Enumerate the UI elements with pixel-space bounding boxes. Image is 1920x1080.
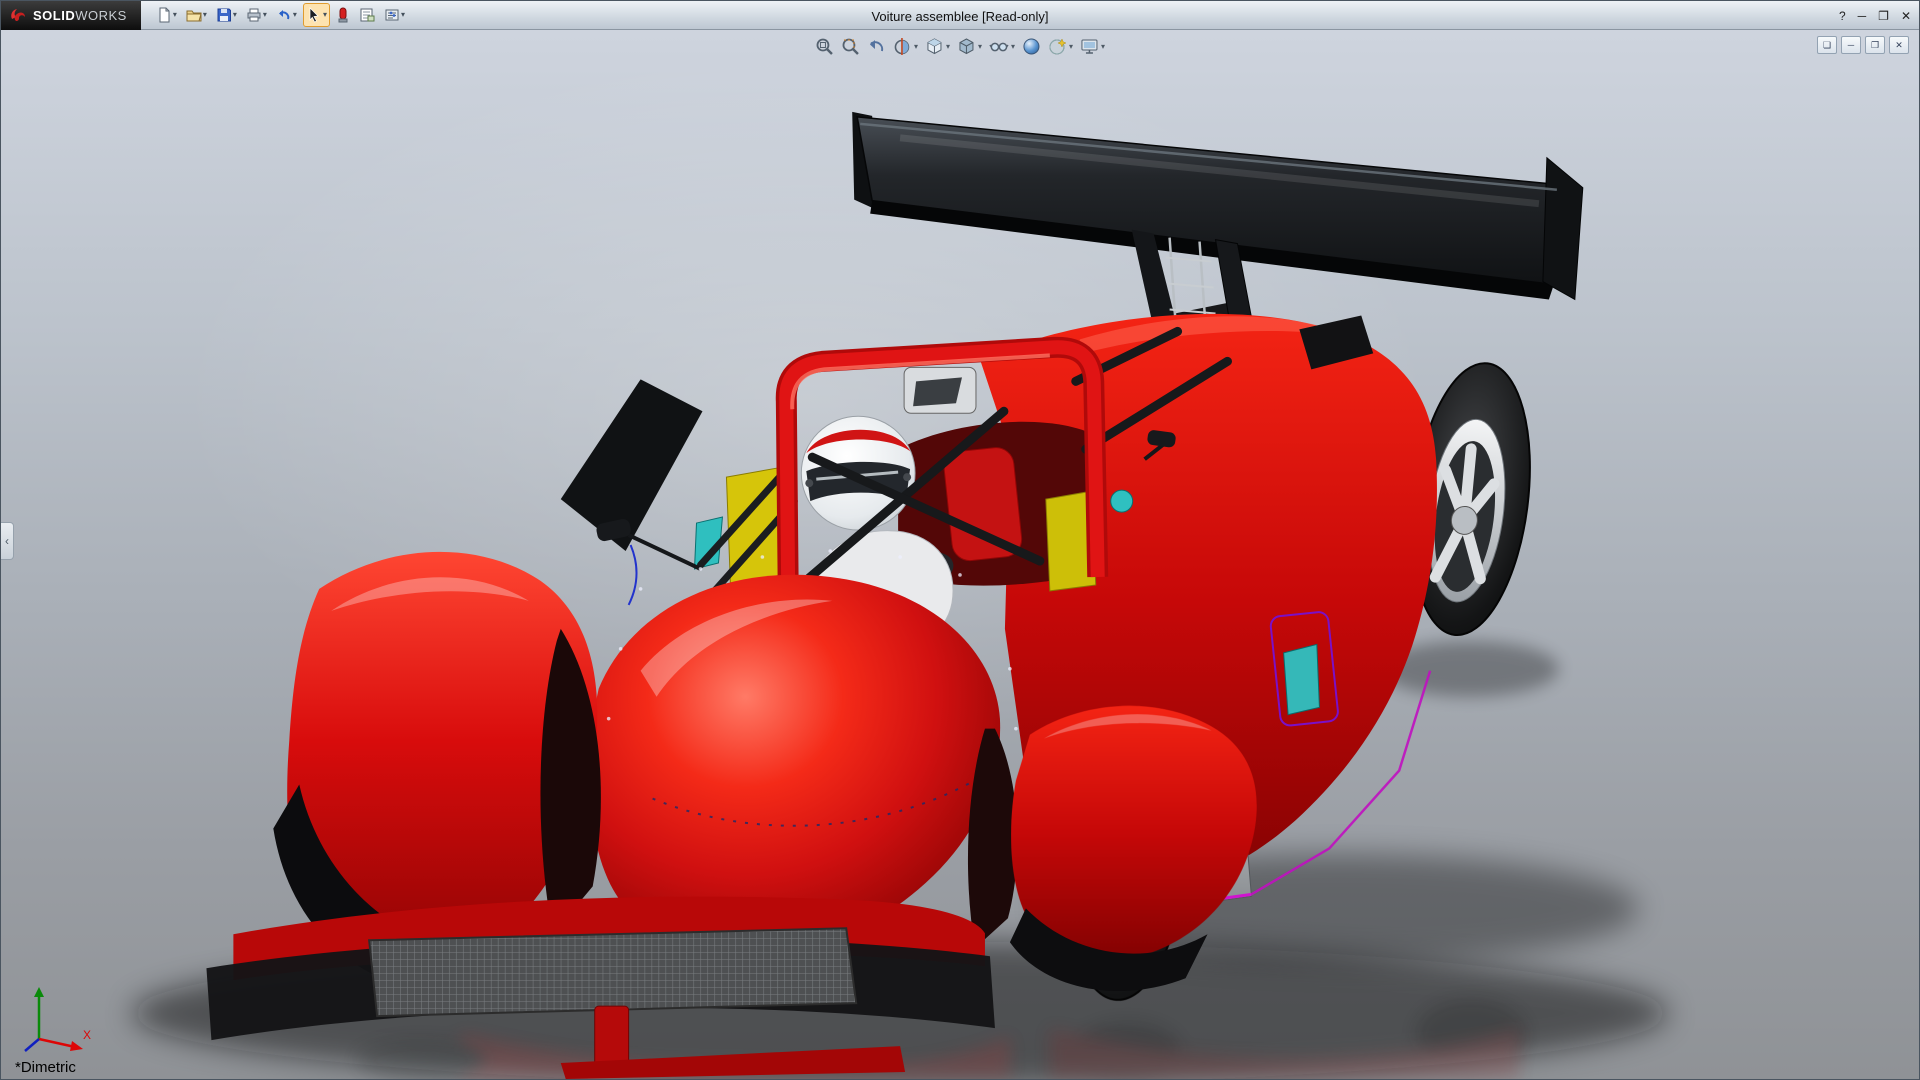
doc-minimize-button[interactable]: ─ xyxy=(1841,36,1861,54)
solidworks-window: SOLIDWORKS ▾ ▾ xyxy=(0,0,1920,1080)
chevron-down-icon[interactable]: ▾ xyxy=(978,43,982,51)
chevron-down-icon[interactable]: ▾ xyxy=(203,11,207,19)
rear-wing[interactable] xyxy=(852,112,1583,300)
chevron-down-icon[interactable]: ▾ xyxy=(946,43,950,51)
zoom-to-fit-icon xyxy=(815,37,834,56)
document-window-controls: ❏ ─ ❐ ✕ xyxy=(1817,36,1909,54)
rebuild-icon xyxy=(336,7,350,23)
help-button[interactable]: ? xyxy=(1839,10,1846,22)
chevron-down-icon[interactable]: ▾ xyxy=(173,11,177,19)
view-orientation-button[interactable]: ▾ xyxy=(925,37,950,56)
print-button[interactable]: ▾ xyxy=(243,3,270,27)
chevron-down-icon[interactable]: ▾ xyxy=(233,11,237,19)
undo-button[interactable]: ▾ xyxy=(273,3,300,27)
radiator-grille xyxy=(369,928,856,1016)
section-view-button[interactable]: ▾ xyxy=(893,37,918,56)
chevron-down-icon[interactable]: ▾ xyxy=(263,11,267,19)
chevron-down-icon[interactable]: ▾ xyxy=(323,11,327,19)
document-title: Voiture assemblee [Read-only] xyxy=(871,9,1048,24)
save-icon xyxy=(216,7,232,23)
zoom-to-fit-button[interactable] xyxy=(815,37,834,56)
heads-up-toolbar: ▾ ▾ ▾ xyxy=(815,37,1105,56)
section-view-icon xyxy=(893,37,912,56)
previous-view-button[interactable] xyxy=(867,37,886,56)
doc-close-button[interactable]: ✕ xyxy=(1889,36,1909,54)
view-settings-button[interactable]: ▾ xyxy=(1080,37,1105,56)
display-style-button[interactable]: ▾ xyxy=(957,37,982,56)
hide-show-items-button[interactable]: ▾ xyxy=(989,37,1015,56)
cowl-intake xyxy=(904,367,976,413)
tile-windows-button[interactable]: ❏ xyxy=(1817,36,1837,54)
file-properties-icon xyxy=(359,7,375,23)
new-document-icon xyxy=(156,7,172,23)
doc-restore-button[interactable]: ❐ xyxy=(1865,36,1885,54)
undo-arrow-icon xyxy=(276,7,292,23)
apply-scene-button[interactable]: ▾ xyxy=(1048,37,1073,56)
chevron-down-icon[interactable]: ▾ xyxy=(1069,43,1073,51)
zoom-to-area-button[interactable] xyxy=(841,37,860,56)
printer-icon xyxy=(246,7,262,23)
model-render[interactable] xyxy=(1,30,1919,1079)
view-settings-icon xyxy=(1080,37,1099,56)
options-icon xyxy=(384,7,400,23)
view-orientation-icon xyxy=(925,37,944,56)
triad-x-label: X xyxy=(83,1028,91,1042)
display-style-icon xyxy=(957,37,976,56)
chevron-down-icon[interactable]: ▾ xyxy=(293,11,297,19)
select-tool-button[interactable]: ▾ xyxy=(303,3,330,27)
new-document-button[interactable]: ▾ xyxy=(153,3,180,27)
view-orientation-label: *Dimetric xyxy=(15,1059,76,1076)
rebuild-button[interactable] xyxy=(333,3,353,27)
open-document-button[interactable]: ▾ xyxy=(183,3,210,27)
chevron-down-icon[interactable]: ▾ xyxy=(401,11,405,19)
restore-button[interactable]: ❐ xyxy=(1878,10,1889,22)
orientation-triad: X xyxy=(17,977,97,1057)
graphics-viewport[interactable]: ▾ ▾ ▾ xyxy=(1,30,1919,1079)
solidworks-logo: SOLIDWORKS xyxy=(1,1,141,30)
zoom-to-area-icon xyxy=(841,37,860,56)
feature-manager-flyout-tab[interactable]: ‹ xyxy=(1,522,14,560)
file-properties-button[interactable] xyxy=(356,3,378,27)
options-button[interactable]: ▾ xyxy=(381,3,408,27)
main-toolbar: ▾ ▾ ▾ xyxy=(141,3,408,27)
close-button[interactable]: ✕ xyxy=(1901,10,1911,22)
apply-scene-icon xyxy=(1048,37,1067,56)
minimize-button[interactable]: ─ xyxy=(1858,10,1867,22)
titlebar: SOLIDWORKS ▾ ▾ xyxy=(1,1,1919,30)
chevron-down-icon[interactable]: ▾ xyxy=(914,43,918,51)
logo-text: SOLIDWORKS xyxy=(33,8,127,23)
save-button[interactable]: ▾ xyxy=(213,3,240,27)
edit-appearance-icon xyxy=(1022,37,1041,56)
cursor-arrow-icon xyxy=(306,7,322,23)
chevron-down-icon[interactable]: ▾ xyxy=(1101,43,1105,51)
hide-show-items-icon xyxy=(989,37,1009,56)
chevron-down-icon[interactable]: ▾ xyxy=(1011,43,1015,51)
previous-view-icon xyxy=(867,37,886,56)
window-controls: ? ─ ❐ ✕ xyxy=(1839,1,1911,30)
open-folder-icon xyxy=(186,7,202,23)
solidworks-logo-icon xyxy=(9,6,27,24)
edit-appearance-button[interactable] xyxy=(1022,37,1041,56)
